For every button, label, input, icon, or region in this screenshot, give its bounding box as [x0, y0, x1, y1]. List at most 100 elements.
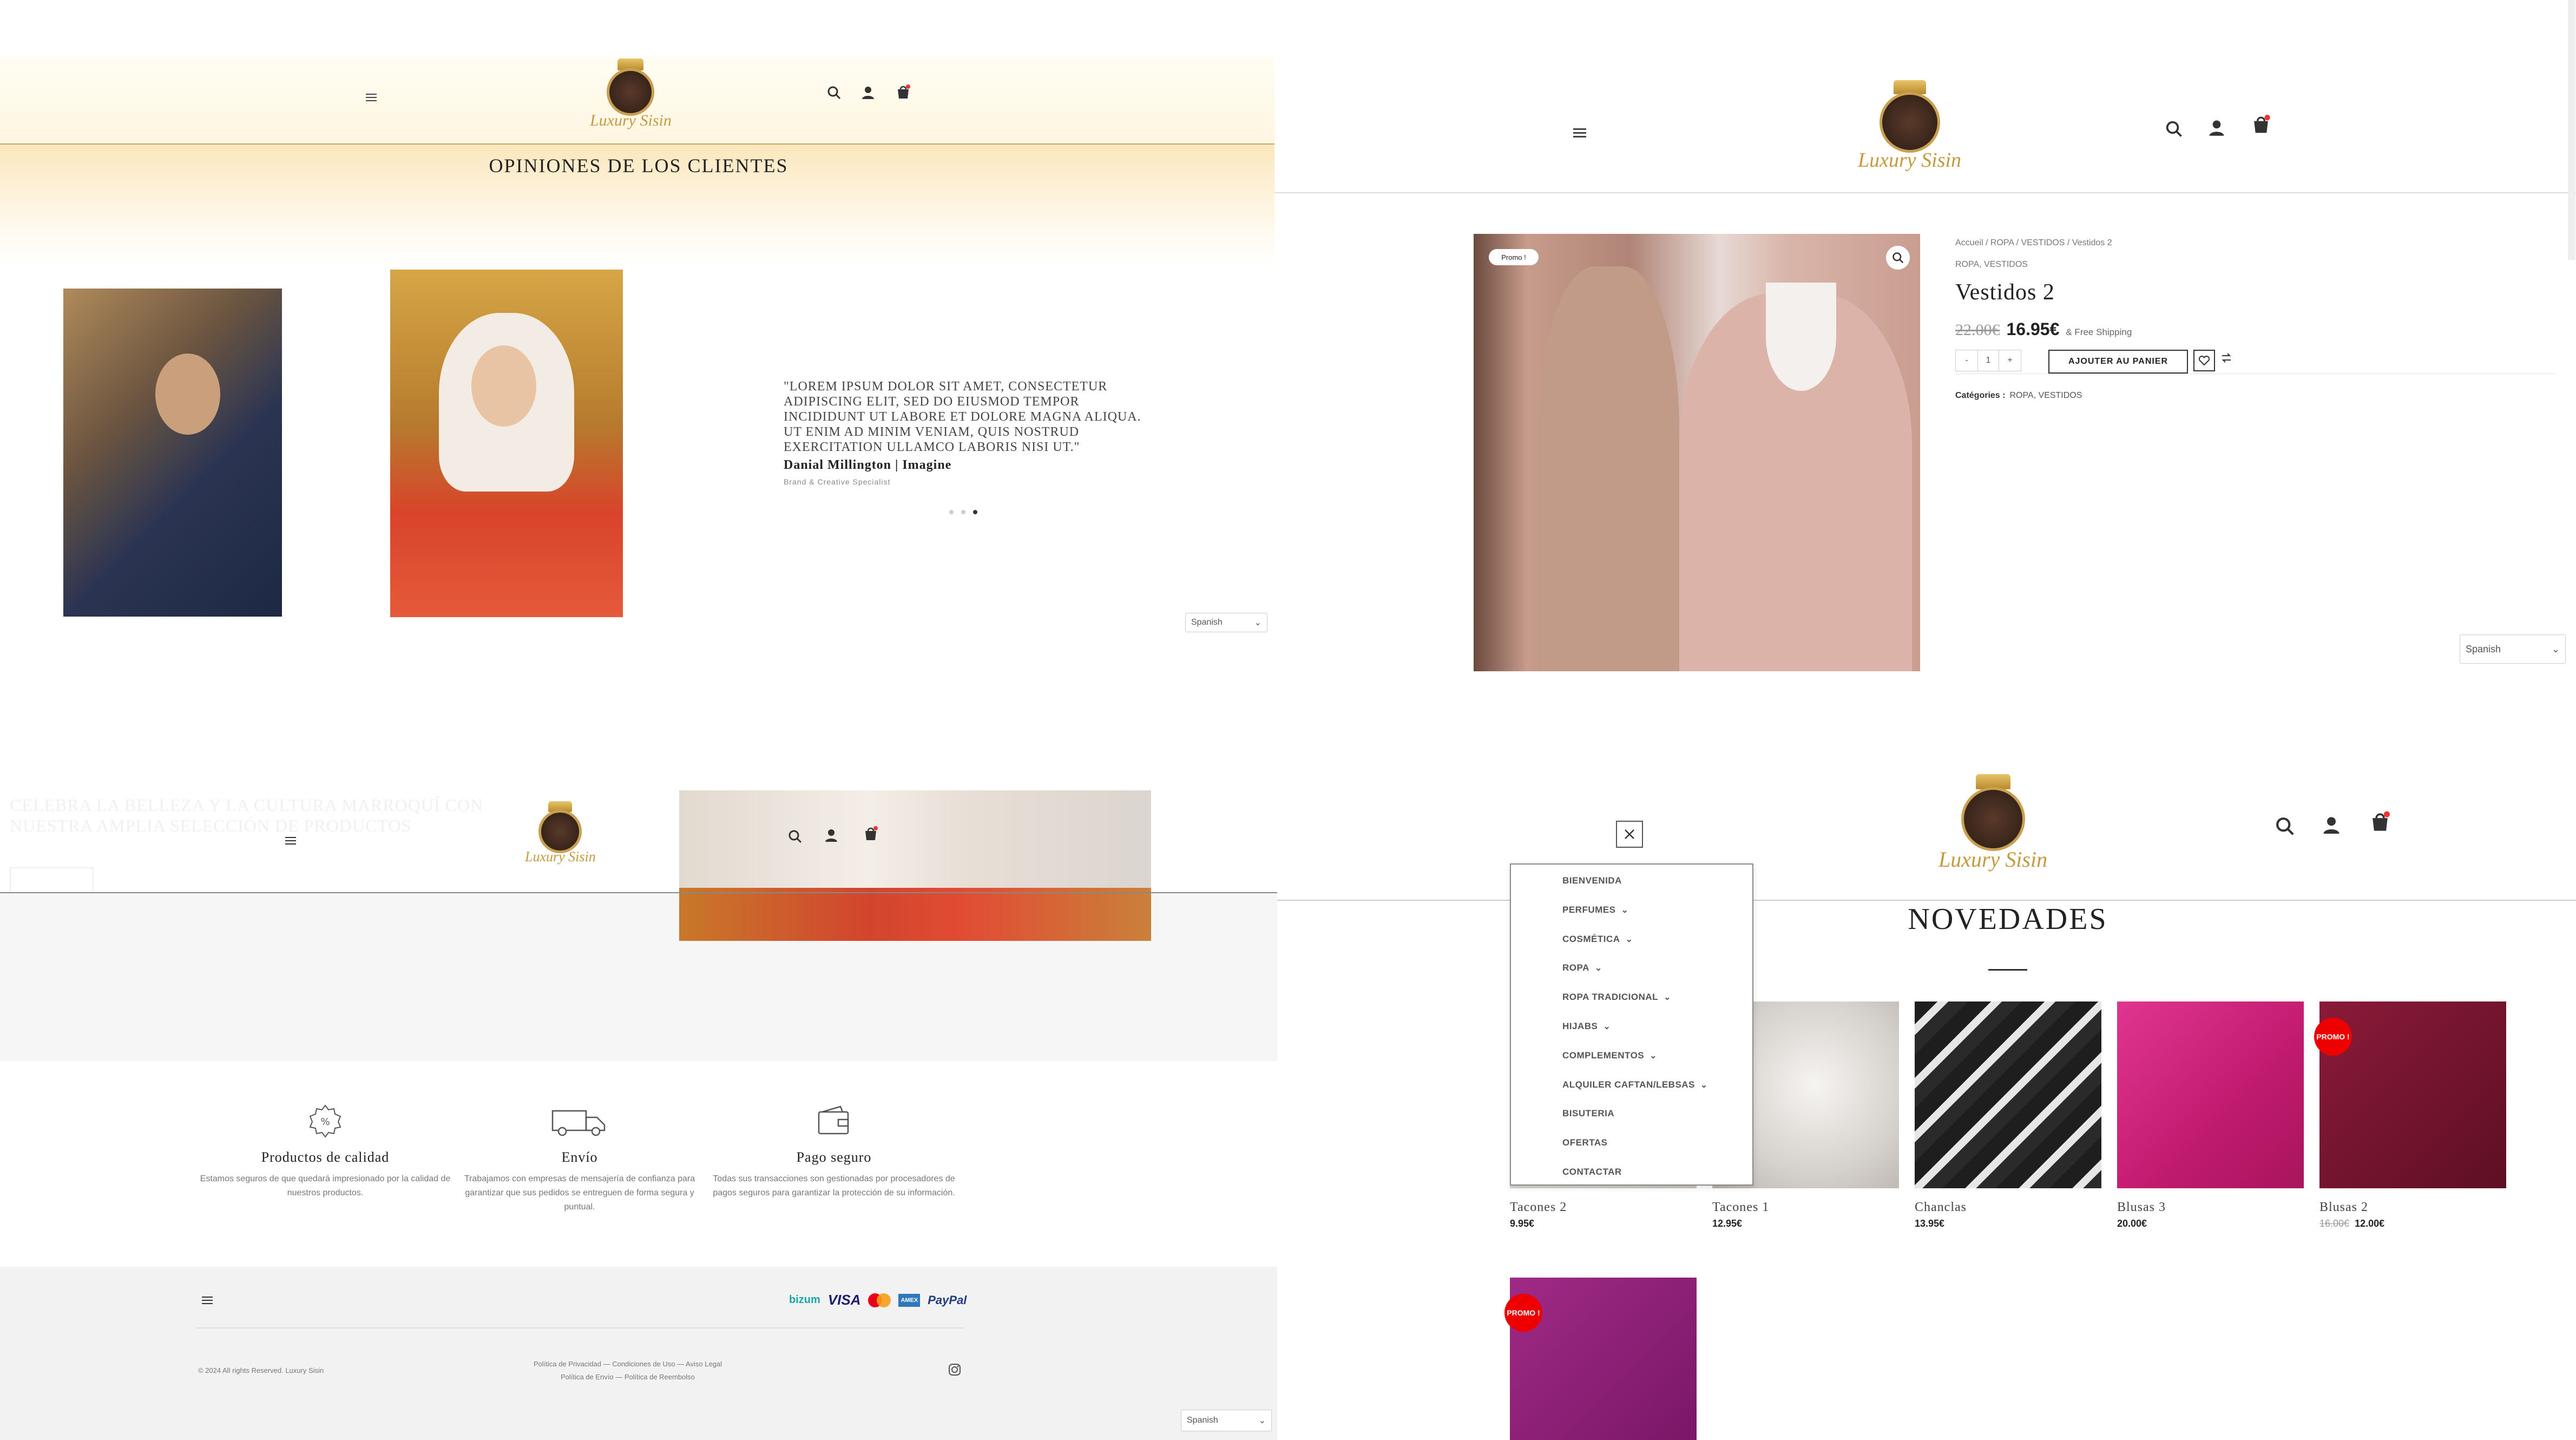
- product-name[interactable]: Tacones 1: [1712, 1200, 1899, 1215]
- menu-item-bisuteria[interactable]: BISUTERIA: [1562, 1108, 1614, 1119]
- hamburger-menu-icon[interactable]: [201, 1296, 213, 1305]
- logo-medal: [538, 810, 582, 853]
- menu-item-alquiler-caftan-lebsas[interactable]: ALQUILER CAFTAN/LEBSAS ⌄: [1562, 1079, 1708, 1090]
- compare-arrows-icon[interactable]: [2220, 352, 2232, 364]
- language-value: Spanish: [1187, 1416, 1218, 1425]
- menu-item-perfumes[interactable]: PERFUMES ⌄: [1562, 905, 1628, 915]
- amex-logo: AMEX: [898, 1293, 921, 1307]
- hamburger-menu-icon[interactable]: [285, 836, 297, 845]
- search-icon[interactable]: [2275, 816, 2295, 836]
- product-image[interactable]: [2117, 1002, 2304, 1188]
- account-icon[interactable]: [2323, 815, 2340, 835]
- product-image[interactable]: [1915, 1002, 2101, 1188]
- home-footer-screen: CELEBRA LA BELLEZA Y LA CULTURA MARROQUÍ…: [0, 720, 1277, 1440]
- instagram-icon[interactable]: [948, 1363, 961, 1376]
- product-card[interactable]: Chanclas 13.95€: [1915, 1002, 2101, 1229]
- product-name[interactable]: Tacones 2: [1510, 1200, 1697, 1215]
- menu-item-label: COSMÉTICA: [1562, 933, 1620, 944]
- svg-text:%: %: [320, 1116, 330, 1128]
- product-name[interactable]: Chanclas: [1915, 1200, 2101, 1215]
- hero-button-faded: [10, 867, 94, 894]
- add-to-cart-button[interactable]: AJOUTER AU PANIER: [2048, 350, 2188, 374]
- chevron-down-icon[interactable]: ⌄: [1650, 1050, 1657, 1061]
- categories-value[interactable]: ROPA, VESTIDOS: [2009, 391, 2082, 401]
- cart-icon[interactable]: [896, 84, 910, 100]
- chevron-down-icon[interactable]: ⌄: [1603, 1021, 1611, 1032]
- feature-secure-payment: Pago seguro Todas sus transacciones son …: [707, 1102, 961, 1200]
- wallet-icon: [815, 1102, 853, 1140]
- language-value: Spanish: [1191, 618, 1223, 627]
- product-card[interactable]: PROMO ! Blusas 2 16.00€ 12.00€: [2314, 1002, 2506, 1229]
- product-name[interactable]: Blusas 3: [2117, 1200, 2304, 1215]
- brand-logo[interactable]: Luxury Sisin: [1858, 80, 1961, 172]
- product-image-row2[interactable]: PROMO !: [1504, 1278, 1697, 1440]
- product-image[interactable]: PROMO !: [2314, 1002, 2506, 1188]
- account-icon[interactable]: [2209, 119, 2225, 136]
- breadcrumb[interactable]: Accueil / ROPA / VESTIDOS / Vestidos 2: [1955, 238, 2112, 248]
- search-icon[interactable]: [2165, 120, 2183, 138]
- cart-icon[interactable]: [2370, 811, 2390, 833]
- language-select[interactable]: Spanish ⌄: [1185, 613, 1267, 632]
- menu-item-bienvenida[interactable]: BIENVENIDA: [1562, 875, 1622, 886]
- brand-logo[interactable]: Luxury Sisin: [590, 58, 672, 130]
- qty-plus-button[interactable]: +: [1999, 350, 2021, 371]
- menu-item-label: BIENVENIDA: [1562, 875, 1622, 886]
- menu-item-label: ALQUILER CAFTAN/LEBSAS: [1562, 1079, 1695, 1090]
- menu-item-contactar[interactable]: CONTACTAR: [1562, 1167, 1622, 1177]
- menu-item-ropa-tradicional[interactable]: ROPA TRADICIONAL ⌄: [1562, 992, 1671, 1003]
- chevron-down-icon[interactable]: ⌄: [1664, 992, 1671, 1003]
- feature-title: Envío: [561, 1149, 598, 1165]
- chevron-down-icon[interactable]: ⌄: [1595, 963, 1602, 973]
- brand-logo[interactable]: Luxury Sisin: [1938, 774, 2047, 872]
- brand-logo[interactable]: Luxury Sisin: [525, 801, 596, 865]
- scrollbar[interactable]: [2568, 0, 2575, 260]
- close-menu-button[interactable]: [1616, 821, 1643, 848]
- logo-medal: [1879, 92, 1940, 153]
- cart-icon[interactable]: [2252, 115, 2270, 134]
- menu-item-ropa[interactable]: ROPA ⌄: [1562, 963, 1602, 973]
- hamburger-menu-icon[interactable]: [366, 91, 377, 104]
- account-icon[interactable]: [862, 86, 875, 100]
- menu-item-hijabs[interactable]: HIJABS ⌄: [1562, 1021, 1611, 1032]
- carousel-dot-3[interactable]: [973, 510, 977, 514]
- carousel-dot-1[interactable]: [949, 510, 954, 514]
- logo-medal: [607, 68, 655, 116]
- menu-item-complementos[interactable]: COMPLEMENTOS ⌄: [1562, 1050, 1657, 1061]
- testimonial-author: Danial Millington | Imagine: [784, 458, 952, 472]
- feature-title: Pago seguro: [796, 1149, 872, 1165]
- legal-links-row-1[interactable]: Política de Privacidad — Condiciones de …: [465, 1358, 790, 1371]
- chevron-down-icon[interactable]: ⌄: [1621, 905, 1628, 915]
- qty-minus-button[interactable]: -: [1956, 350, 1977, 371]
- language-select[interactable]: Spanish ⌄: [1181, 1410, 1272, 1431]
- zoom-icon[interactable]: [1886, 246, 1910, 270]
- hamburger-menu-icon[interactable]: [1573, 128, 1586, 138]
- menu-item-cosm-tica[interactable]: COSMÉTICA ⌄: [1562, 934, 1633, 945]
- account-icon[interactable]: [825, 828, 838, 842]
- search-icon[interactable]: [788, 829, 802, 843]
- product-price: 13.95€: [1915, 1218, 1945, 1229]
- logo-text: Luxury Sisin: [1858, 149, 1962, 172]
- quantity-stepper[interactable]: - 1 +: [1955, 350, 2021, 371]
- carousel-dot-2[interactable]: [961, 510, 965, 514]
- language-select[interactable]: Spanish ⌄: [2460, 634, 2566, 664]
- menu-item-ofertas[interactable]: OFERTAS: [1562, 1137, 1607, 1148]
- qty-value[interactable]: 1: [1977, 350, 1999, 371]
- payment-methods: bizum VISA AMEX PayPal: [789, 1292, 967, 1308]
- legal-links[interactable]: Política de Privacidad — Condiciones de …: [465, 1358, 790, 1384]
- testimonial-photo-1: [63, 289, 282, 617]
- product-categories-top[interactable]: ROPA, VESTIDOS: [1955, 260, 2028, 270]
- product-name[interactable]: Blusas 2: [2319, 1200, 2506, 1215]
- feature-text: Estamos seguros de que quedará impresion…: [200, 1174, 451, 1197]
- product-image[interactable]: Promo !: [1474, 234, 1920, 671]
- legal-links-row-2[interactable]: Política de Envío — Política de Reembols…: [465, 1371, 790, 1384]
- product-old-price: 16.00€: [2319, 1218, 2350, 1229]
- chevron-down-icon: ⌄: [1258, 1416, 1266, 1425]
- search-icon[interactable]: [827, 86, 841, 100]
- chevron-down-icon[interactable]: ⌄: [1700, 1079, 1708, 1090]
- logo-text: Luxury Sisin: [525, 849, 596, 865]
- testimonial-photo-2: [390, 270, 623, 617]
- cart-icon[interactable]: [864, 826, 878, 841]
- wishlist-heart-icon[interactable]: [2193, 350, 2215, 371]
- chevron-down-icon[interactable]: ⌄: [1626, 934, 1633, 945]
- product-card[interactable]: Blusas 3 20.00€: [2117, 1002, 2304, 1229]
